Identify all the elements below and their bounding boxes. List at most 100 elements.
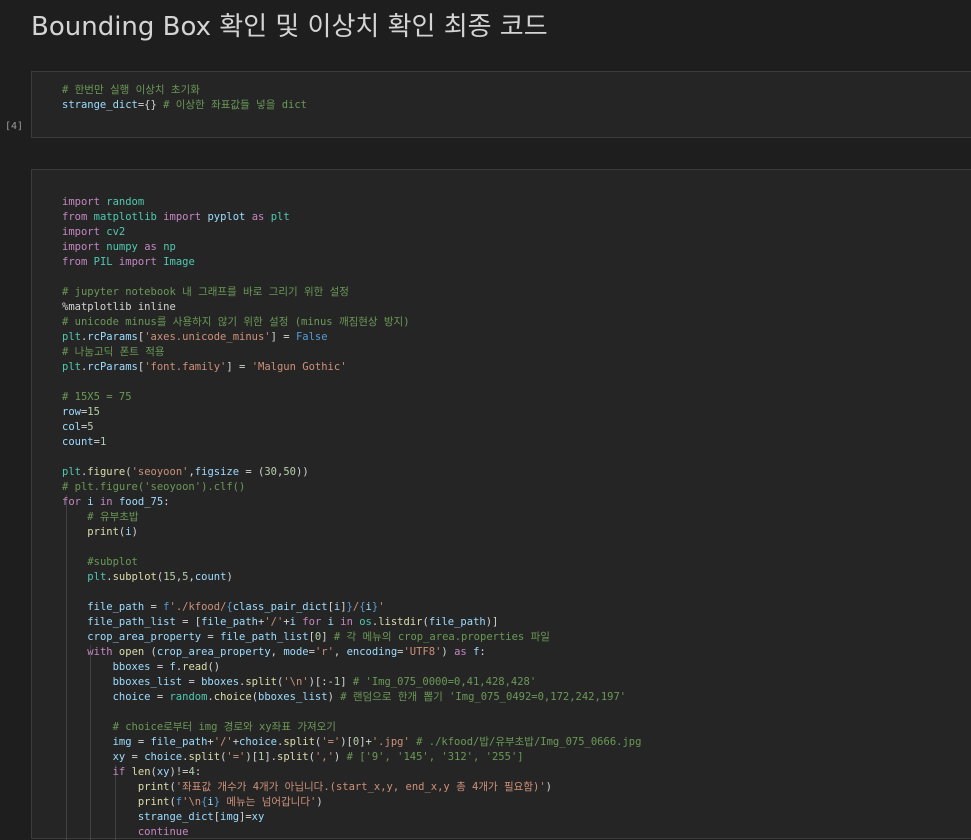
code-token: col [62,421,81,433]
code-token: : [479,646,486,658]
code-token: for [302,616,322,628]
code-token: # ./kfood/밥/유부초밥/Img_075_0666.jpg [416,736,642,748]
code-line: plt.subplot(15,5,count) [62,570,641,585]
code-token: 'axes.unicode_minus' [144,331,271,343]
code-token: matplotlib [93,211,157,223]
code-token: bboxes_list [112,676,183,688]
code-token: = ( [239,466,265,478]
code-token: #subplot [87,556,138,568]
code-token: = [131,736,151,748]
code-editor[interactable]: # 한번만 실행 이상치 초기화 strange_dict={} # 이상한 좌표… [62,83,307,113]
code-token: ( [144,646,157,658]
code-line: count=1 [62,435,641,450]
code-line: #subplot [62,555,641,570]
code-editor[interactable]: import random from matplotlib import pypl… [62,180,641,840]
code-cell-1[interactable]: # 한번만 실행 이상치 초기화 strange_dict={} # 이상한 좌표… [31,71,971,138]
code-token: = [125,751,145,763]
code-line: %matplotlib inline [62,300,641,315]
code-token: choice [144,751,183,763]
code-line: bboxes = f.read() [62,660,641,675]
code-token: ) [131,526,138,538]
code-token: %matplotlib inline [62,301,176,313]
code-token: random [106,196,145,208]
code-token: import [163,211,202,223]
code-token: # choice로부터 img 경로와 xy좌표 가져오기 [112,721,336,733]
code-token: choice [112,691,151,703]
code-token: # 한번만 실행 이상치 초기화 [62,84,200,96]
code-token: 15 [87,406,100,418]
code-line: row=15 [62,405,641,420]
code-token: bboxes_list [258,691,328,703]
code-token: file_path_list [220,631,309,643]
code-token: 메뉴는 넘어갑니다' [220,796,317,808]
code-cell-2[interactable]: import random from matplotlib import pypl… [31,169,971,840]
code-line: # unicode minus를 사용하지 않기 위한 설정 (minus 깨짐… [62,315,641,330]
code-token: strange_dict [62,99,138,111]
code-line: print(i) [62,525,641,540]
code-line: import numpy as np [62,240,641,255]
code-token: strange_dict [137,811,214,823]
code-token: ) [441,646,455,658]
code-token: cv2 [106,226,126,238]
code-token: as [144,241,157,253]
code-token: 50 [283,466,296,478]
code-token: continue [137,826,189,838]
code-token: plt [62,466,81,478]
code-token: 5 [87,421,94,433]
code-token: ) [327,691,341,703]
code-token: in [340,616,353,628]
code-token: numpy [106,241,138,253]
code-token: os [359,616,372,628]
code-token: xy [251,811,265,823]
code-token: random [169,691,208,703]
code-line: plt.figure('seoyoon',figsize = (30,50)) [62,465,641,480]
code-token: 'Malgun Gothic' [251,361,347,373]
code-token: 'seoyoon' [131,466,189,478]
page-title: Bounding Box 확인 및 이상치 확인 최종 코드 [31,12,548,42]
code-token: 15 [163,571,176,583]
code-line: crop_area_property = file_path_list[0] #… [62,630,641,645]
code-token: = [201,631,221,643]
code-token: plt [62,361,81,373]
code-token: : [194,766,202,778]
code-token: file_path [201,616,259,628]
code-line: for i in food_75: [62,495,641,510]
code-token: # jupyter notebook 내 그래프를 바로 그리기 위한 설정 [62,286,349,298]
code-token: # 각 메뉴의 crop_area.properties 파일 [333,631,550,643]
code-token: ] [321,631,334,643]
code-token: split [277,751,309,763]
code-token: # 이상한 좌표값들 넣을 dict [163,99,307,111]
code-line: plt.rcParams['axes.unicode_minus'] = Fal… [62,330,641,345]
code-token: mode [283,646,309,658]
code-line: # 유부초밥 [62,510,641,525]
code-token: # unicode minus를 사용하지 않기 위한 설정 (minus 깨짐… [62,316,410,328]
code-token: ]. [264,751,278,763]
code-token: ={} [137,99,164,111]
code-token: print [87,526,119,538]
code-token: as [454,646,467,658]
code-line: print(f'\n{i} 메뉴는 넘어갑니다') [62,795,641,810]
code-token: '=' [226,751,246,763]
code-token: print [137,796,170,808]
code-line: # 15X5 = 75 [62,390,641,405]
code-token: class_pair_dict [232,601,328,613]
code-token: )[ [340,736,353,748]
code-token: ] = [226,361,252,373]
code-line: strange_dict={} # 이상한 좌표값들 넣을 dict [62,98,307,113]
code-token: 30 [264,466,278,478]
code-token: )!= [169,766,189,778]
code-token: for [62,496,81,508]
